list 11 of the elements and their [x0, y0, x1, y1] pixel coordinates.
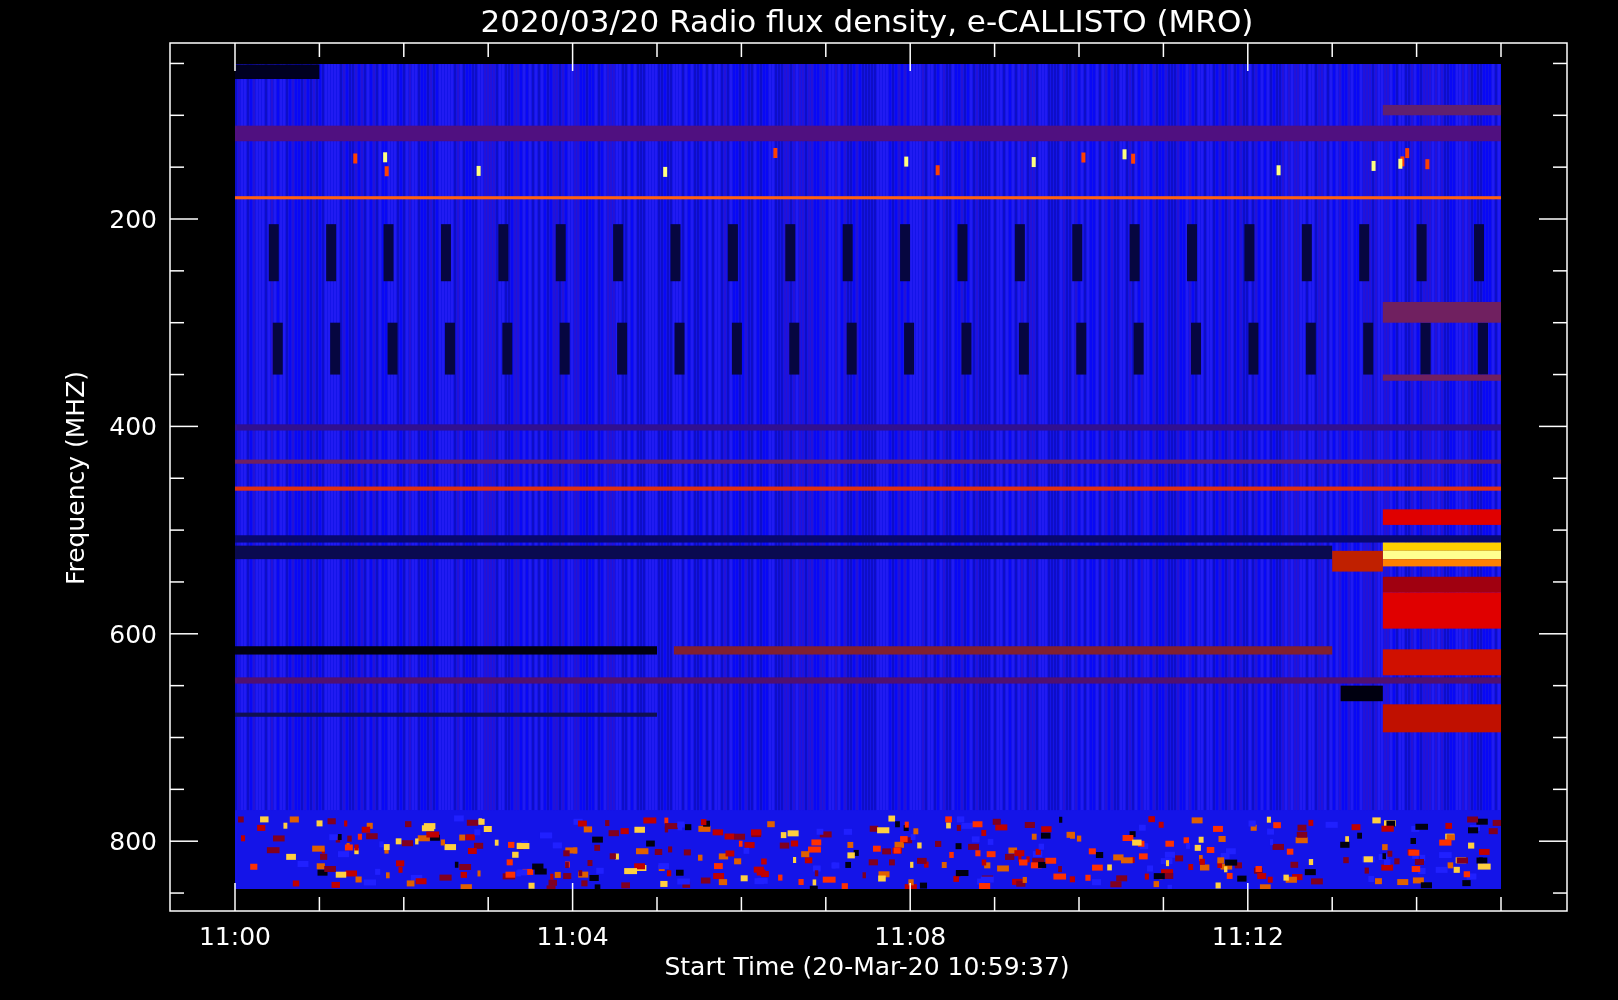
y-tick-label: 200: [109, 205, 157, 234]
x-tick-label: 11:04: [536, 922, 609, 951]
x-tick-label: 11:08: [874, 922, 947, 951]
x-tick-label: 11:00: [199, 922, 271, 951]
x-tick-label: 11:12: [1211, 922, 1284, 951]
y-tick-label: 400: [109, 412, 157, 442]
y-tick-label: 800: [109, 827, 157, 857]
y-tick-label: 600: [109, 619, 157, 649]
chart-title: 2020/03/20 Radio flux density, e-CALLISTO (MRO): [480, 3, 1254, 39]
x-axis-label: Start Time (20-Mar-20 10:59:37): [664, 952, 1070, 981]
y-axis-label: Frequency (MHZ): [61, 370, 90, 586]
